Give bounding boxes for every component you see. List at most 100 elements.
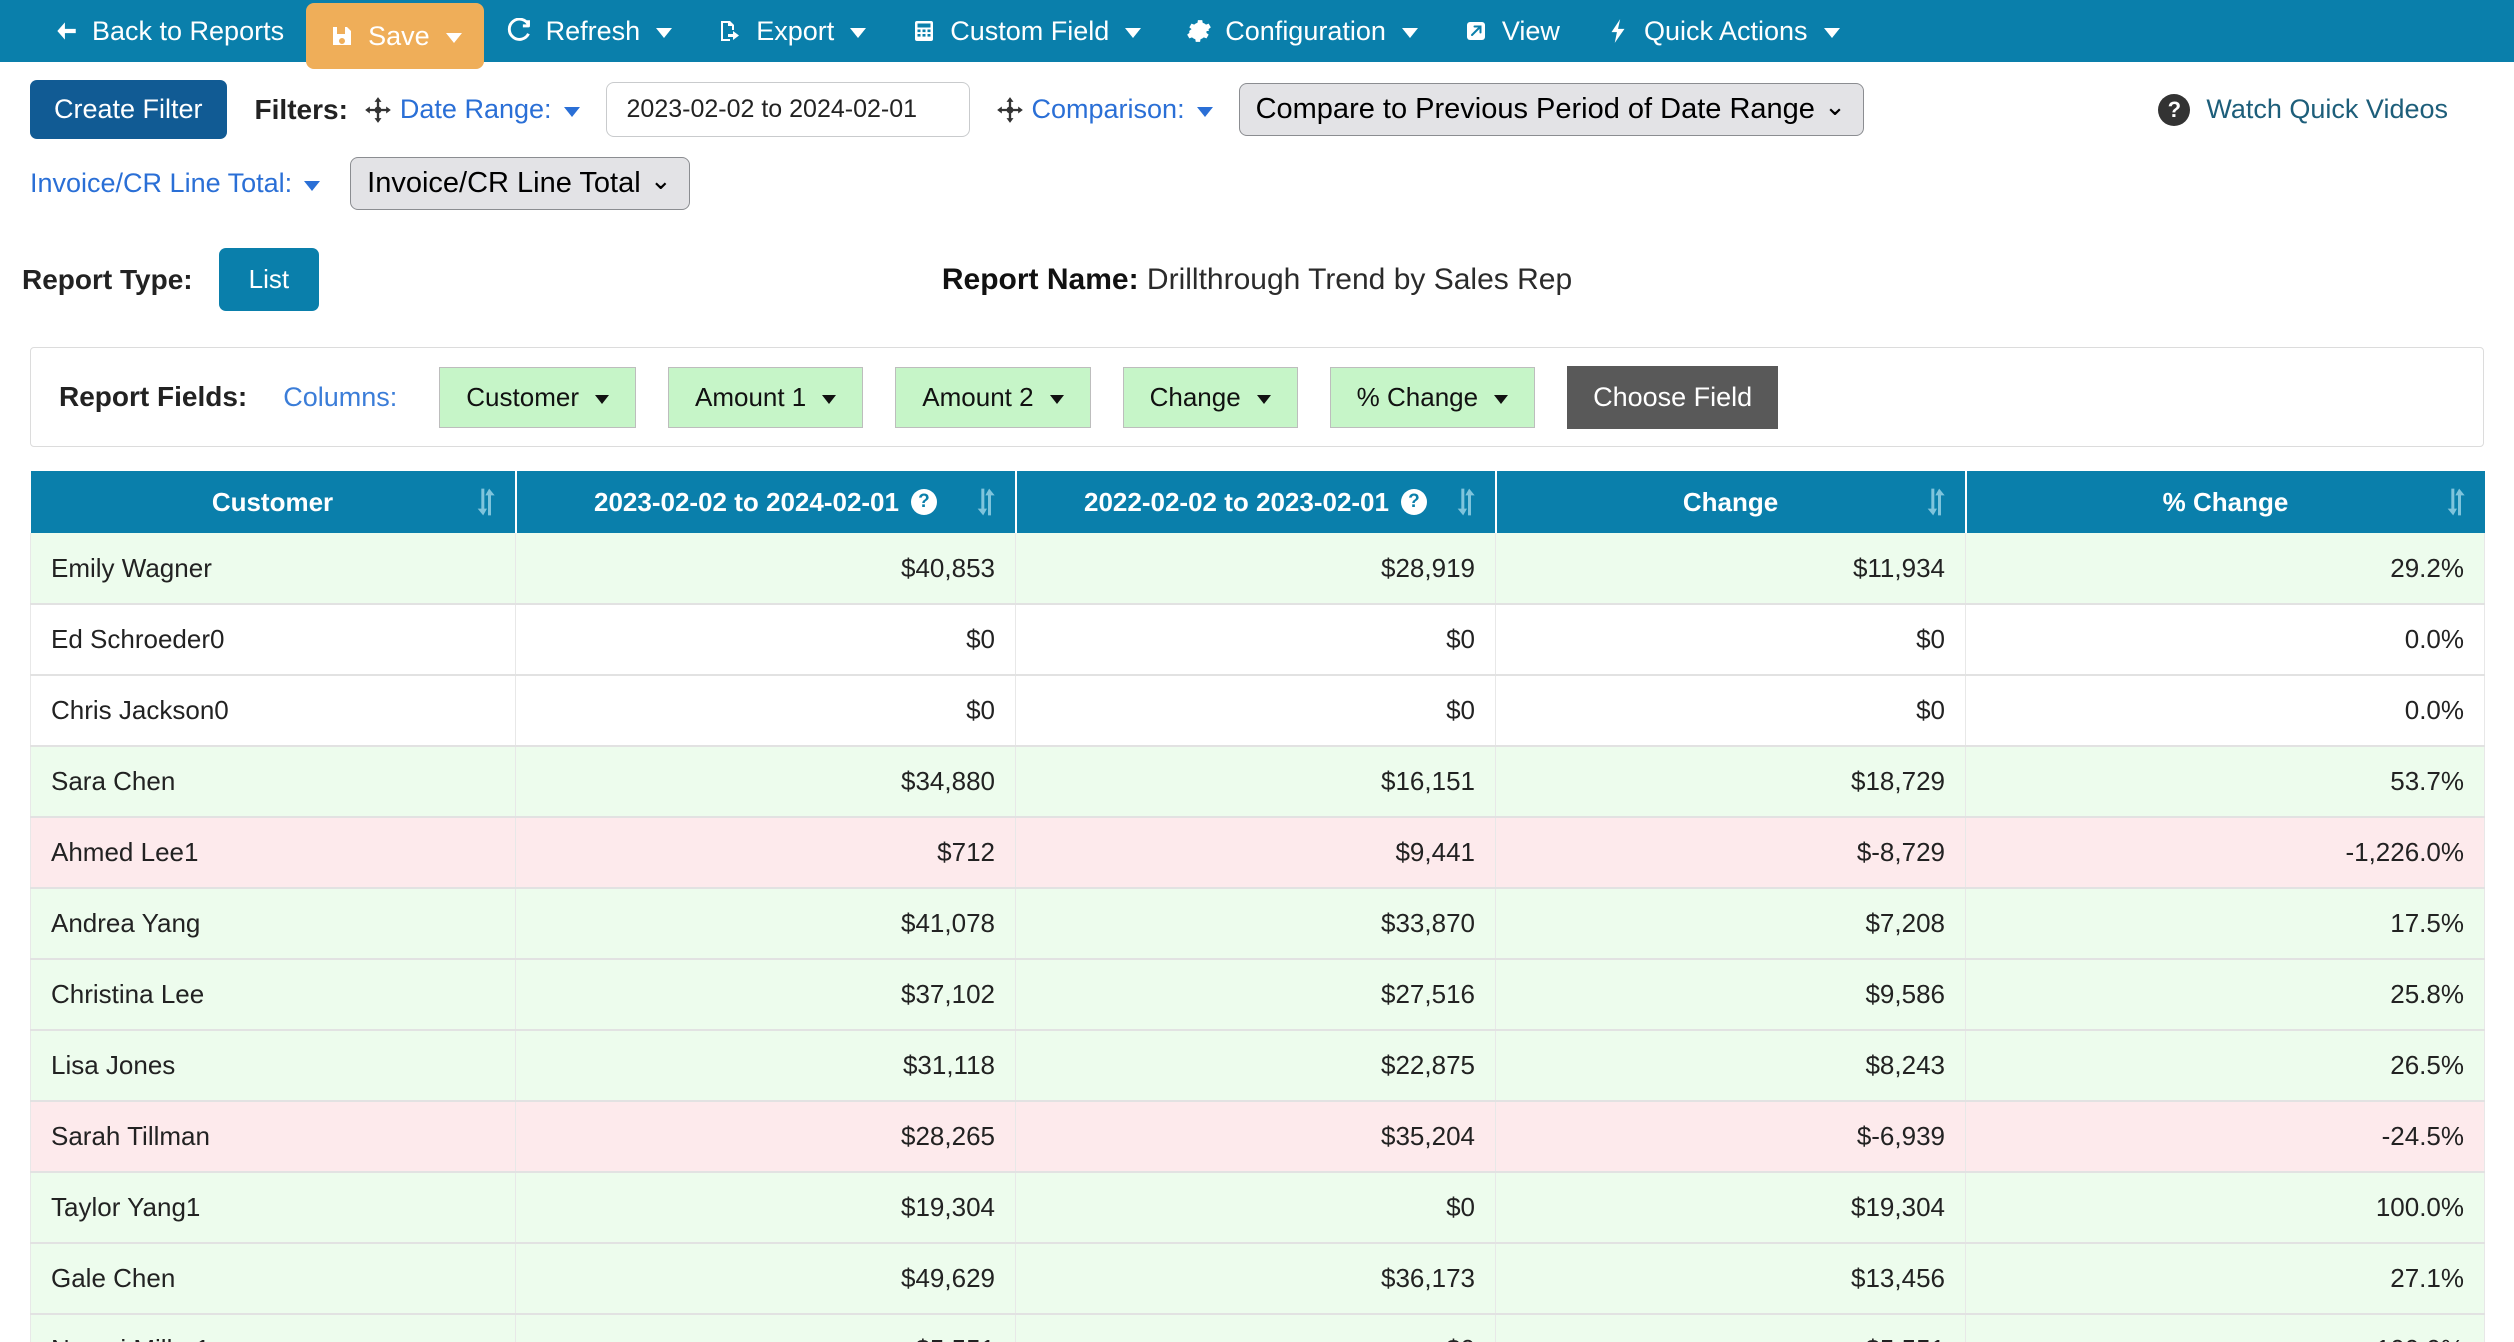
table-row[interactable]: Ahmed Lee1$712$9,441$-8,729-1,226.0% [31,817,2485,888]
cell-pct-change[interactable]: -24.5% [1966,1101,2485,1172]
cell-amount-1[interactable]: $5,551 [516,1314,1016,1342]
col-header-customer[interactable]: Customer [31,471,516,533]
table-row[interactable]: Christina Lee$37,102$27,516$9,58625.8% [31,959,2485,1030]
cell-pct-change[interactable]: 53.7% [1966,746,2485,817]
cell-amount-1[interactable]: $28,265 [516,1101,1016,1172]
cell-customer[interactable]: Taylor Yang1 [31,1172,516,1243]
export-button[interactable]: Export [694,0,888,62]
table-row[interactable]: Chris Jackson0$0$0$00.0% [31,675,2485,746]
custom-field-button[interactable]: Custom Field [888,0,1163,62]
table-row[interactable]: Sara Chen$34,880$16,151$18,72953.7% [31,746,2485,817]
cell-customer[interactable]: Andrea Yang [31,888,516,959]
cell-pct-change[interactable]: 25.8% [1966,959,2485,1030]
configuration-button[interactable]: Configuration [1163,0,1440,62]
sort-toggle-icon[interactable] [1925,487,1947,517]
cell-change[interactable]: $18,729 [1496,746,1966,817]
cell-change[interactable]: $-8,729 [1496,817,1966,888]
table-row[interactable]: Gale Chen$49,629$36,173$13,45627.1% [31,1243,2485,1314]
cell-pct-change[interactable]: 26.5% [1966,1030,2485,1101]
cell-customer[interactable]: Emily Wagner [31,533,516,604]
sort-toggle-icon[interactable] [475,487,497,517]
table-row[interactable]: Ed Schroeder0$0$0$00.0% [31,604,2485,675]
measure-dropdown[interactable]: Invoice/CR Line Total: [30,168,320,199]
field-chip-pct-change[interactable]: % Change [1330,367,1535,428]
create-filter-button[interactable]: Create Filter [30,80,227,139]
cell-customer[interactable]: Sarah Tillman [31,1101,516,1172]
comparison-select[interactable]: Compare to Previous Period of Date Range [1239,83,1864,136]
cell-amount-2[interactable]: $22,875 [1016,1030,1496,1101]
cell-change[interactable]: $7,208 [1496,888,1966,959]
cell-pct-change[interactable]: -1,226.0% [1966,817,2485,888]
watch-quick-videos-link[interactable]: ? Watch Quick Videos [2158,94,2448,126]
date-range-input[interactable] [606,82,970,137]
cell-customer[interactable]: Ahmed Lee1 [31,817,516,888]
col-header-amount-2[interactable]: 2022-02-02 to 2023-02-01 ? [1016,471,1496,533]
refresh-button[interactable]: Refresh [484,0,695,62]
cell-amount-2[interactable]: $9,441 [1016,817,1496,888]
cell-amount-1[interactable]: $34,880 [516,746,1016,817]
cell-pct-change[interactable]: 17.5% [1966,888,2485,959]
cell-customer[interactable]: Naomi Miller1 [31,1314,516,1342]
table-row[interactable]: Sarah Tillman$28,265$35,204$-6,939-24.5% [31,1101,2485,1172]
field-chip-amount-1[interactable]: Amount 1 [668,367,863,428]
cell-amount-2[interactable]: $36,173 [1016,1243,1496,1314]
cell-pct-change[interactable]: 100.0% [1966,1314,2485,1342]
table-row[interactable]: Lisa Jones$31,118$22,875$8,24326.5% [31,1030,2485,1101]
cell-change[interactable]: $19,304 [1496,1172,1966,1243]
cell-amount-2[interactable]: $28,919 [1016,533,1496,604]
table-row[interactable]: Taylor Yang1$19,304$0$19,304100.0% [31,1172,2485,1243]
field-chip-customer[interactable]: Customer [439,367,636,428]
cell-customer[interactable]: Ed Schroeder0 [31,604,516,675]
measure-select[interactable]: Invoice/CR Line Total [350,157,690,210]
cell-amount-2[interactable]: $0 [1016,1172,1496,1243]
cell-customer[interactable]: Chris Jackson0 [31,675,516,746]
cell-amount-2[interactable]: $0 [1016,1314,1496,1342]
cell-customer[interactable]: Sara Chen [31,746,516,817]
table-row[interactable]: Naomi Miller1$5,551$0$5,551100.0% [31,1314,2485,1342]
choose-field-button[interactable]: Choose Field [1567,366,1778,429]
cell-amount-2[interactable]: $35,204 [1016,1101,1496,1172]
cell-amount-1[interactable]: $37,102 [516,959,1016,1030]
cell-pct-change[interactable]: 100.0% [1966,1172,2485,1243]
cell-amount-2[interactable]: $0 [1016,675,1496,746]
cell-change[interactable]: $5,551 [1496,1314,1966,1342]
cell-amount-1[interactable]: $0 [516,675,1016,746]
cell-amount-1[interactable]: $712 [516,817,1016,888]
col-header-amount-1[interactable]: 2023-02-02 to 2024-02-01 ? [516,471,1016,533]
cell-amount-2[interactable]: $0 [1016,604,1496,675]
field-chip-change[interactable]: Change [1123,367,1298,428]
cell-change[interactable]: $-6,939 [1496,1101,1966,1172]
cell-customer[interactable]: Christina Lee [31,959,516,1030]
table-row[interactable]: Andrea Yang$41,078$33,870$7,20817.5% [31,888,2485,959]
cell-change[interactable]: $9,586 [1496,959,1966,1030]
cell-pct-change[interactable]: 0.0% [1966,675,2485,746]
cell-amount-2[interactable]: $16,151 [1016,746,1496,817]
col-header-change[interactable]: Change [1496,471,1966,533]
cell-customer[interactable]: Lisa Jones [31,1030,516,1101]
cell-amount-1[interactable]: $41,078 [516,888,1016,959]
help-icon[interactable]: ? [911,489,937,515]
report-type-list-button[interactable]: List [219,248,319,311]
cell-change[interactable]: $11,934 [1496,533,1966,604]
view-button[interactable]: View [1440,0,1582,62]
cell-amount-1[interactable]: $0 [516,604,1016,675]
sort-toggle-icon[interactable] [2445,487,2467,517]
table-row[interactable]: Emily Wagner$40,853$28,919$11,93429.2% [31,533,2485,604]
cell-amount-1[interactable]: $31,118 [516,1030,1016,1101]
comparison-dropdown[interactable]: Comparison: [996,94,1213,125]
cell-change[interactable]: $0 [1496,604,1966,675]
back-to-reports-button[interactable]: Back to Reports [30,0,306,62]
cell-amount-1[interactable]: $19,304 [516,1172,1016,1243]
cell-pct-change[interactable]: 27.1% [1966,1243,2485,1314]
sort-toggle-icon[interactable] [1455,487,1477,517]
cell-change[interactable]: $0 [1496,675,1966,746]
cell-pct-change[interactable]: 29.2% [1966,533,2485,604]
cell-amount-1[interactable]: $49,629 [516,1243,1016,1314]
quick-actions-button[interactable]: Quick Actions [1582,0,1862,62]
field-chip-amount-2[interactable]: Amount 2 [895,367,1090,428]
save-button[interactable]: Save [306,3,484,69]
cell-amount-2[interactable]: $33,870 [1016,888,1496,959]
cell-change[interactable]: $8,243 [1496,1030,1966,1101]
cell-pct-change[interactable]: 0.0% [1966,604,2485,675]
date-range-dropdown[interactable]: Date Range: [364,94,580,125]
